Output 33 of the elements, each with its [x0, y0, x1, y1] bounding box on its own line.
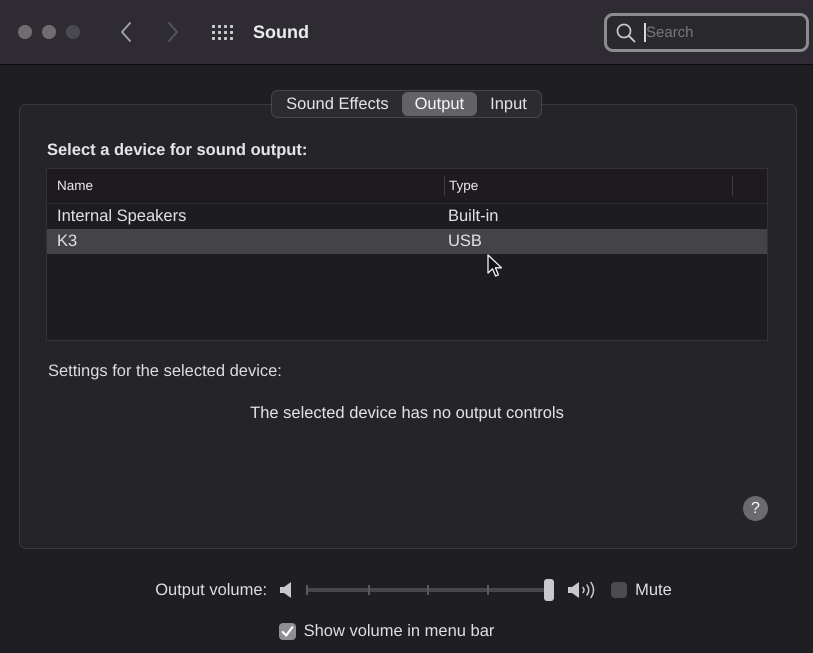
table-cell-text: Internal Speakers — [56, 206, 188, 228]
grid-icon[interactable] — [212, 24, 234, 40]
column-header[interactable]: Name — [47, 176, 444, 196]
tab[interactable]: Input — [477, 92, 540, 116]
text-cursor — [644, 22, 646, 42]
settings-heading: Settings for the selected device: — [48, 361, 283, 381]
checkbox-label[interactable]: Show volume in menu bar — [304, 619, 494, 644]
speaker-low-icon — [280, 582, 292, 598]
window-title: Sound — [253, 20, 309, 44]
show-volume-checkbox[interactable] — [278, 622, 296, 640]
search-field[interactable]: Search — [604, 12, 809, 52]
table-cell-text: K3 — [56, 231, 78, 252]
table-cell-text: USB — [447, 231, 483, 252]
volume-label: Output volume: — [155, 580, 268, 601]
back-chevron-icon[interactable] — [120, 22, 132, 42]
volume-slider[interactable] — [306, 579, 554, 601]
table-cell-text: Built-in — [447, 206, 500, 228]
mouse-pointer-icon — [487, 254, 503, 278]
table-row[interactable]: Internal Speakers Built-in — [47, 204, 767, 229]
search-icon — [616, 22, 636, 42]
no-controls-message: The selected device has no output controls — [249, 403, 565, 423]
minimize-button[interactable] — [42, 25, 56, 39]
volume-thumb[interactable] — [544, 579, 554, 601]
tab[interactable]: Sound Effects — [273, 92, 402, 116]
section-heading: Select a device for sound output: — [47, 140, 308, 160]
close-button[interactable] — [18, 25, 32, 39]
column-header[interactable]: Type — [444, 176, 732, 196]
table-row[interactable]: K3 USB — [47, 229, 767, 254]
speaker-high-icon — [568, 581, 596, 599]
mute-checkbox[interactable] — [611, 582, 628, 598]
help-button[interactable]: ? — [743, 496, 768, 521]
tab[interactable]: Output — [402, 92, 478, 116]
checkbox-label[interactable]: Mute — [635, 578, 672, 602]
